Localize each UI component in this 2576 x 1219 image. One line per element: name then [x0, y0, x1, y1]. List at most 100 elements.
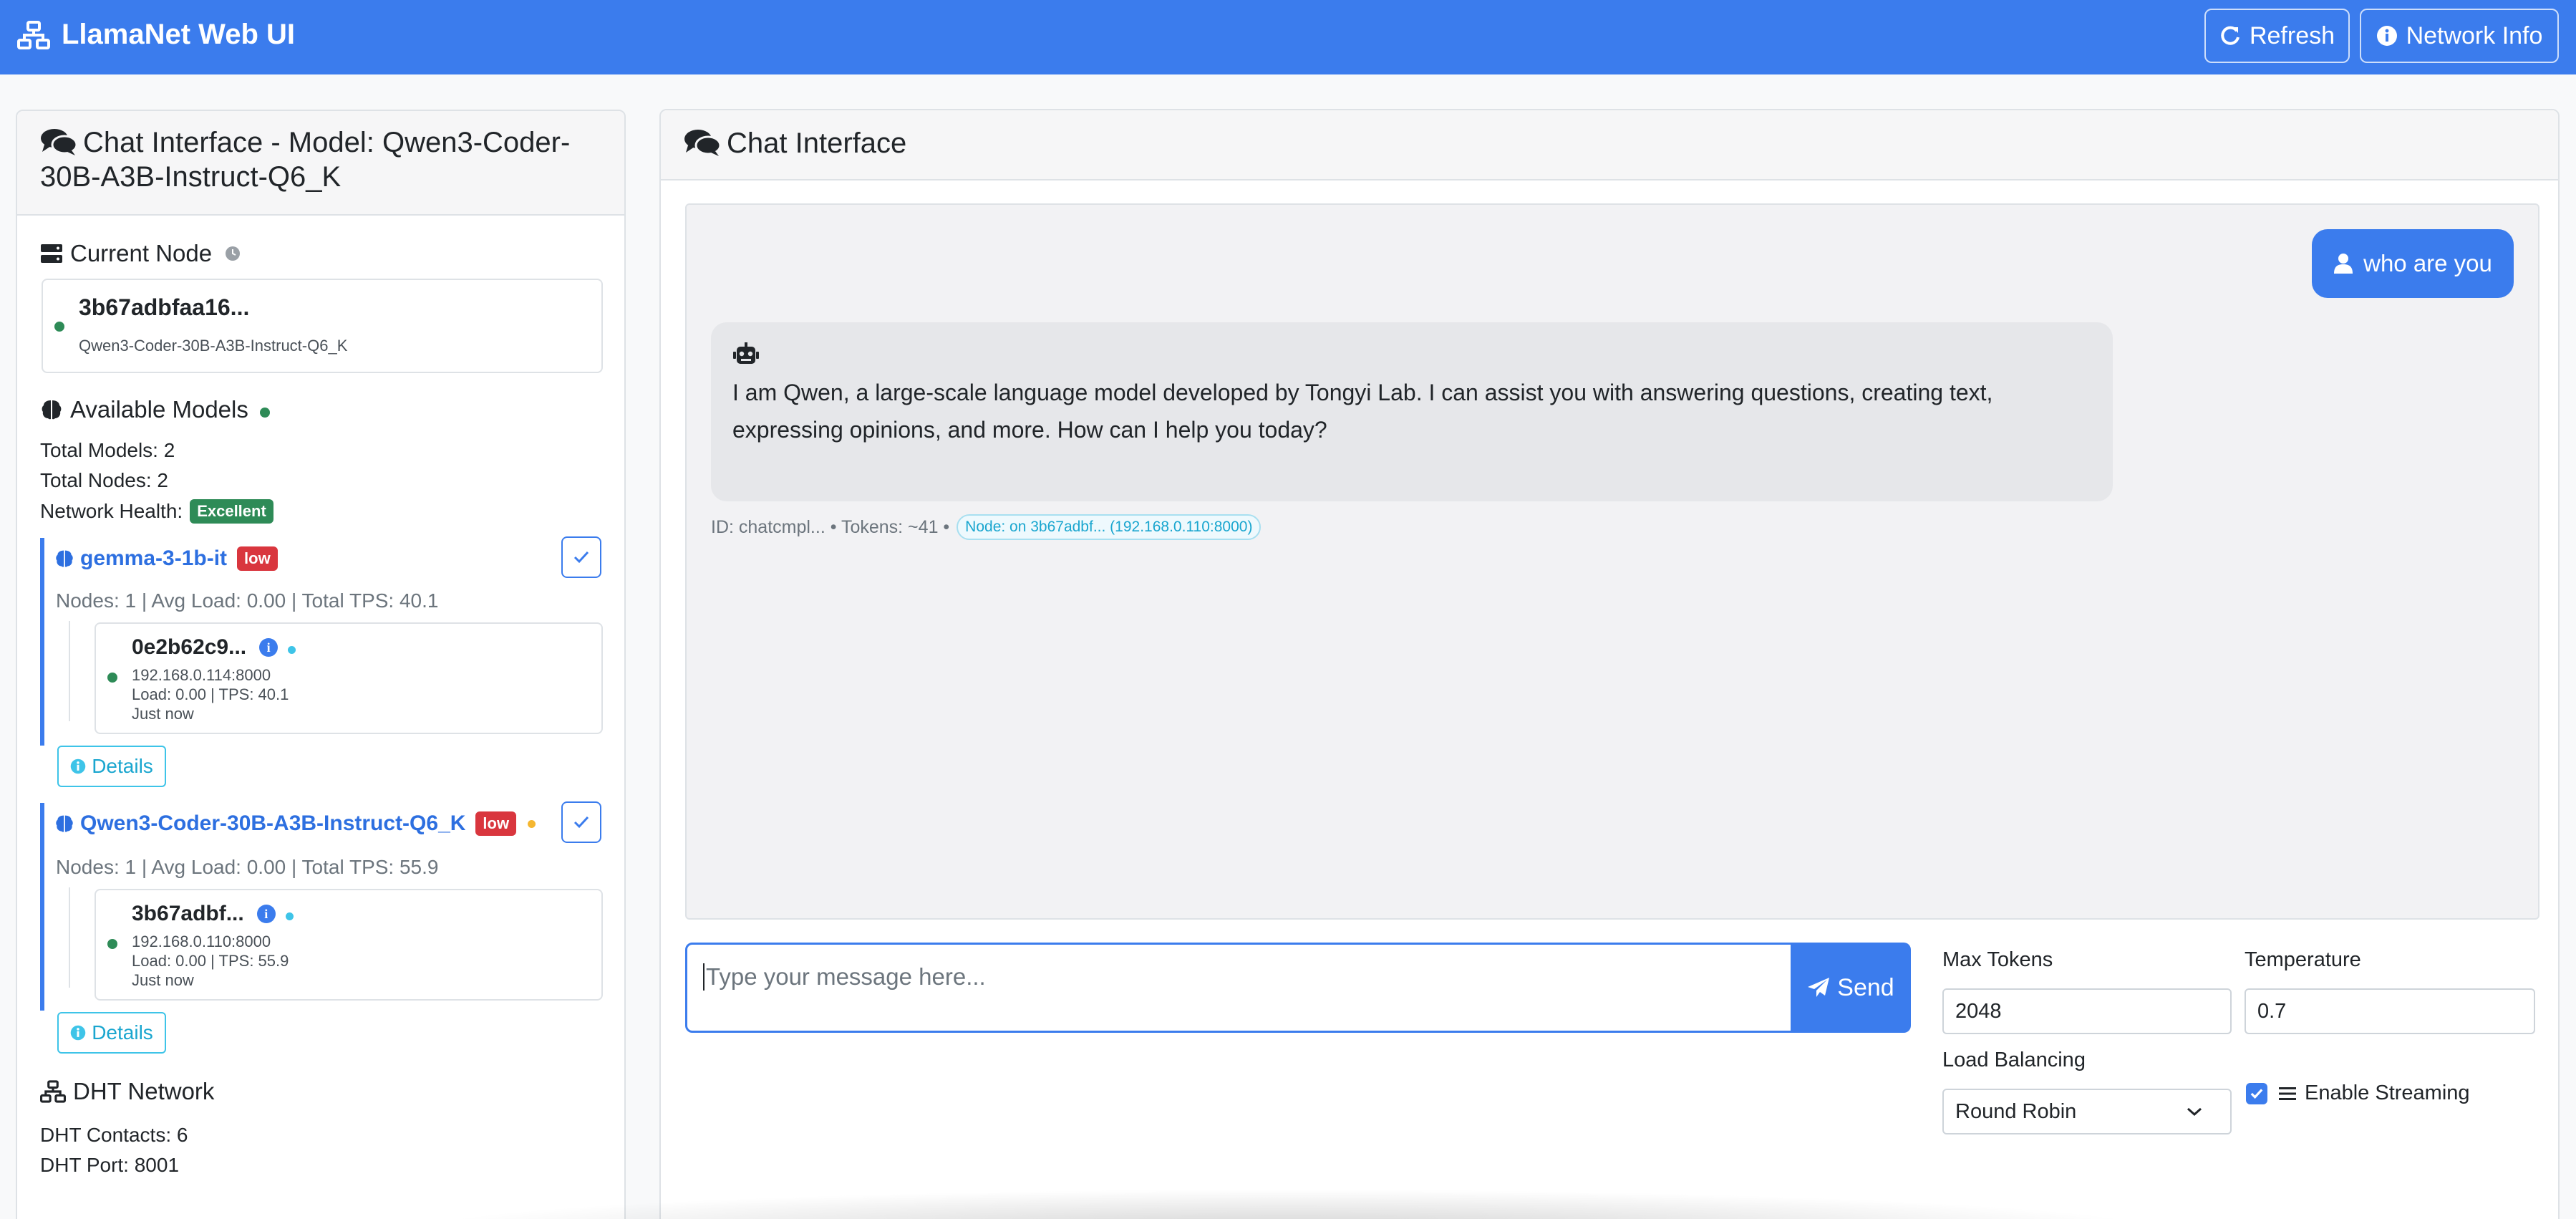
- network-info-button[interactable]: Network Info: [2360, 9, 2559, 63]
- refresh-button[interactable]: Refresh: [2204, 9, 2350, 63]
- message-meta: ID: chatcmpl... • Tokens: ~41 • Node: on…: [711, 514, 1262, 540]
- select-model-button[interactable]: [561, 536, 601, 578]
- dht-heading: DHT Network: [40, 1078, 214, 1105]
- chat-title-text: Chat Interface: [727, 127, 907, 159]
- node-activity-dot: [288, 645, 296, 654]
- total-nodes: Total Nodes: 2: [40, 469, 168, 491]
- node-status-dot: [107, 673, 117, 683]
- tree-line: [69, 887, 70, 988]
- user-message: who are you: [2312, 229, 2514, 298]
- node-card[interactable]: 3b67adbf... i 192.168.0.110:8000 Load: 0…: [95, 889, 603, 1001]
- load-balancing-value: Round Robin: [1955, 1099, 2077, 1123]
- model-stats: Nodes: 1 | Avg Load: 0.00 | Total TPS: 4…: [56, 589, 439, 612]
- brand[interactable]: LlamaNet Web UI: [17, 19, 295, 51]
- message-meta-text: ID: chatcmpl... • Tokens: ~41 •: [711, 516, 950, 537]
- model-warning-dot: [528, 819, 536, 828]
- top-navbar: LlamaNet Web UI Refresh Network Info: [0, 0, 2576, 74]
- temperature-input[interactable]: 0.7: [2245, 988, 2535, 1034]
- dht-heading-text: DHT Network: [73, 1078, 215, 1104]
- server-icon: [41, 244, 62, 263]
- info-icon[interactable]: i: [259, 638, 279, 657]
- info-icon: [70, 1025, 86, 1041]
- sidebar-header: Chat Interface - Model: Qwen3-Coder-30B-…: [17, 111, 624, 216]
- node-address: 192.168.0.110:8000: [132, 933, 271, 950]
- node-load: Load: 0.00 | TPS: 40.1: [132, 685, 289, 703]
- model-name-link[interactable]: Qwen3-Coder-30B-A3B-Instruct-Q6_K: [80, 811, 465, 836]
- brain-icon: [56, 815, 73, 832]
- clock-icon: [226, 246, 241, 261]
- network-health: Network Health: Excellent: [40, 499, 273, 524]
- info-icon[interactable]: i: [256, 905, 276, 923]
- network-health-label: Network Health:: [40, 500, 183, 522]
- stream-lines-icon: [2279, 1086, 2296, 1100]
- node-address: 192.168.0.114:8000: [132, 666, 271, 684]
- chat-messages-area[interactable]: who are you I am Qwen, a large-scale lan…: [685, 203, 2539, 920]
- details-label: Details: [92, 1021, 153, 1044]
- current-node-id: 3b67adbfaa16...: [79, 294, 250, 320]
- refresh-label: Refresh: [2249, 21, 2335, 49]
- chat-header: Chat Interface: [661, 110, 2558, 180]
- model-item-qwen[interactable]: Qwen3-Coder-30B-A3B-Instruct-Q6_K low: [54, 811, 536, 836]
- chevron-down-icon: [2187, 1107, 2202, 1117]
- comments-icon: [41, 129, 78, 155]
- node-id-row: 0e2b62c9... i: [132, 635, 296, 660]
- send-button[interactable]: Send: [1791, 943, 1911, 1033]
- select-model-button[interactable]: [561, 801, 601, 843]
- brain-icon: [56, 550, 73, 567]
- check-icon: [573, 551, 589, 564]
- user-message-text: who are you: [2363, 250, 2492, 276]
- info-icon: [70, 758, 86, 774]
- message-input-placeholder: Type your message here...: [706, 963, 986, 990]
- message-input[interactable]: Type your message here...: [685, 943, 1793, 1033]
- sidebar-title-text: Chat Interface - Model: Qwen3-Coder-30B-…: [40, 127, 571, 193]
- streaming-label: Enable Streaming: [2305, 1081, 2470, 1104]
- assistant-message-text: I am Qwen, a large-scale language model …: [732, 380, 1993, 443]
- node-status-dot: [107, 939, 117, 949]
- network-icon: [40, 1080, 66, 1103]
- node-card[interactable]: 0e2b62c9... i 192.168.0.114:8000 Load: 0…: [95, 622, 603, 734]
- current-node-card: 3b67adbfaa16... Qwen3-Coder-30B-A3B-Inst…: [42, 279, 603, 373]
- text-caret: [703, 963, 704, 991]
- node-id: 0e2b62c9...: [132, 635, 247, 659]
- node-last-seen: Just now: [132, 705, 194, 723]
- check-icon: [573, 816, 589, 829]
- model-name-link[interactable]: gemma-3-1b-it: [80, 546, 227, 571]
- model-accent-bar: [40, 803, 44, 1011]
- streaming-label-row: Enable Streaming: [2277, 1081, 2470, 1105]
- sidebar-title: Chat Interface - Model: Qwen3-Coder-30B-…: [40, 125, 613, 194]
- assistant-message: I am Qwen, a large-scale language model …: [711, 322, 2113, 501]
- current-node-heading-text: Current Node: [70, 240, 213, 266]
- current-node-model: Qwen3-Coder-30B-A3B-Instruct-Q6_K: [79, 337, 348, 355]
- streaming-checkbox[interactable]: [2246, 1083, 2267, 1104]
- model-item-gemma[interactable]: gemma-3-1b-it low: [54, 546, 278, 571]
- node-load: Load: 0.00 | TPS: 55.9: [132, 952, 289, 970]
- load-balancing-label: Load Balancing: [1942, 1049, 2086, 1071]
- load-badge: low: [475, 811, 517, 836]
- max-tokens-input[interactable]: 2048: [1942, 988, 2232, 1034]
- load-balancing-select[interactable]: Round Robin: [1942, 1089, 2232, 1134]
- max-tokens-label: Max Tokens: [1942, 948, 2053, 971]
- node-last-seen: Just now: [132, 971, 194, 989]
- available-models-heading-text: Available Models: [70, 396, 248, 423]
- sidebar-card: Chat Interface - Model: Qwen3-Coder-30B-…: [16, 110, 626, 1219]
- network-health-badge: Excellent: [190, 499, 273, 524]
- tree-line: [69, 621, 70, 721]
- load-badge: low: [237, 546, 278, 571]
- details-label: Details: [92, 755, 153, 777]
- dht-contacts: DHT Contacts: 6: [40, 1124, 188, 1146]
- details-button[interactable]: Details: [57, 746, 166, 787]
- models-status-dot: [259, 408, 270, 418]
- network-info-label: Network Info: [2406, 21, 2543, 49]
- model-accent-bar: [40, 538, 44, 746]
- details-button[interactable]: Details: [57, 1012, 166, 1054]
- info-icon: [2376, 26, 2397, 46]
- node-activity-dot: [285, 912, 294, 920]
- paper-plane-icon: [1808, 978, 1830, 997]
- temperature-label: Temperature: [2245, 948, 2361, 971]
- node-id: 3b67adbf...: [132, 902, 244, 925]
- robot-icon: [733, 342, 759, 364]
- network-icon: [17, 20, 50, 49]
- brand-title: LlamaNet Web UI: [62, 19, 295, 50]
- node-pill: Node: on 3b67adbf... (192.168.0.110:8000…: [957, 514, 1262, 540]
- comments-icon: [684, 130, 722, 156]
